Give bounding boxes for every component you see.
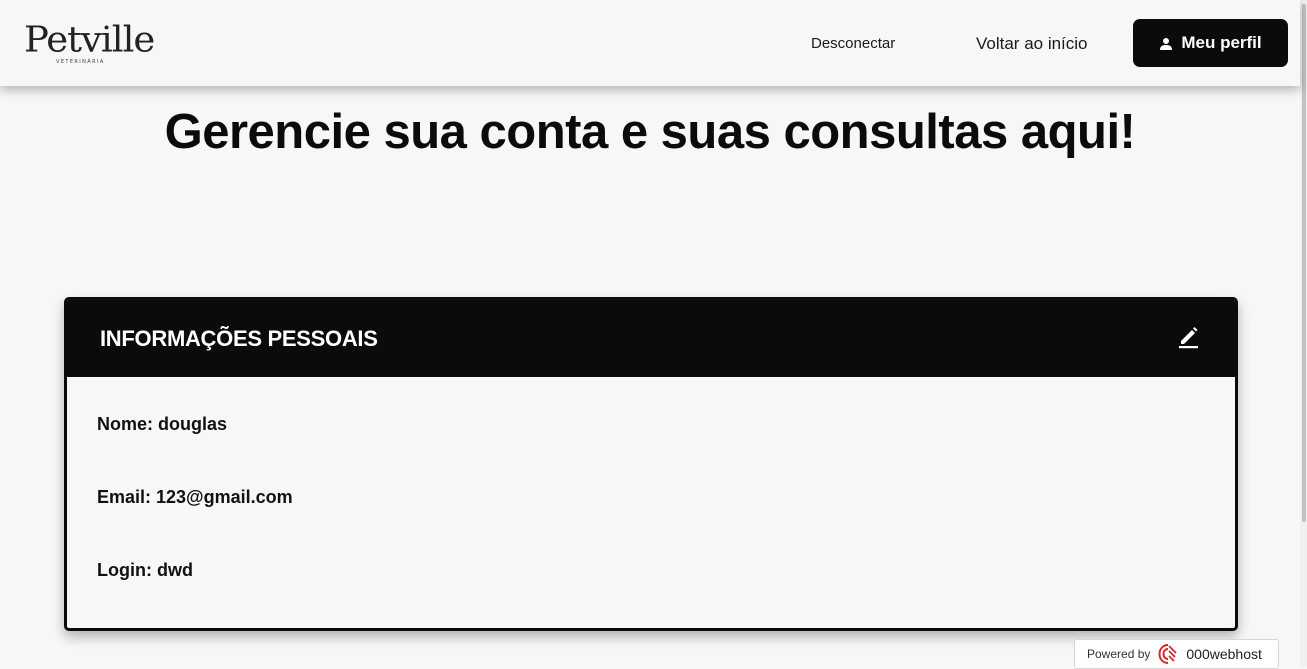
card-title: INFORMAÇÕES PESSOAIS [100, 326, 378, 351]
back-to-home-link[interactable]: Voltar ao início [976, 33, 1088, 55]
my-profile-label: Meu perfil [1181, 33, 1262, 52]
personal-info-card: INFORMAÇÕES PESSOAIS Nome: douglas Email… [64, 297, 1238, 631]
scrollbar-thumb[interactable] [1302, 4, 1306, 522]
000webhost-brand-text: 000webhost [1186, 646, 1262, 662]
user-login-text: Login: dwd [97, 560, 193, 580]
my-profile-button[interactable]: Meu perfil [1133, 19, 1288, 67]
card-header: INFORMAÇÕES PESSOAIS [67, 300, 1235, 377]
disconnect-link[interactable]: Desconectar [811, 33, 895, 55]
logo-subtitle: VETERINÁRIA [56, 59, 105, 65]
logo-wordmark: Petville [24, 19, 155, 60]
pencil-icon[interactable] [1177, 324, 1201, 350]
powered-by-label: Powered by [1087, 647, 1151, 661]
powered-by-badge[interactable]: Powered by 000webhost [1074, 639, 1279, 669]
000webhost-logo-icon [1157, 643, 1179, 665]
user-email-text: Email: 123@gmail.com [97, 487, 293, 507]
petville-logo[interactable]: Petville VETERINÁRIA [24, 18, 155, 68]
page-title: Gerencie sua conta e suas consultas aqui… [164, 105, 1136, 159]
user-icon [1159, 36, 1173, 50]
top-navbar: Petville VETERINÁRIA Desconectar Voltar … [0, 0, 1300, 86]
user-name-text: Nome: douglas [97, 414, 228, 434]
